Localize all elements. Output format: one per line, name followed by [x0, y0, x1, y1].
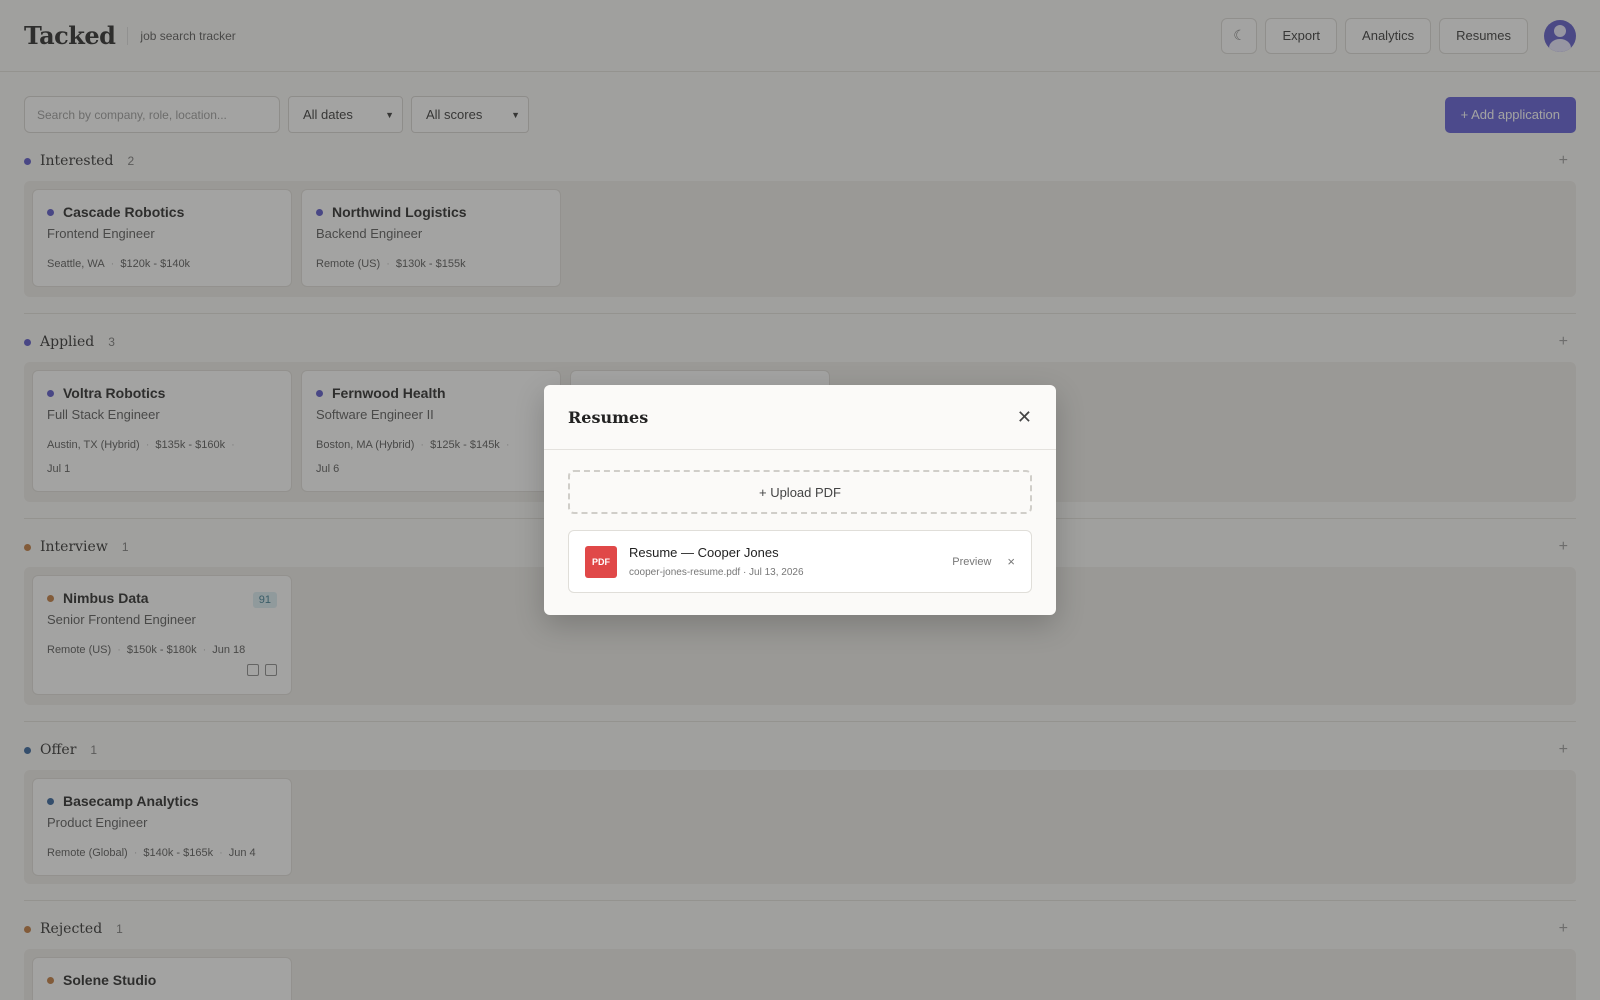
preview-button[interactable]: Preview	[952, 556, 991, 568]
resume-file-details: cooper-jones-resume.pdf · Jul 13, 2026	[629, 567, 804, 578]
resume-info: Resume — Cooper Jones cooper-jones-resum…	[629, 545, 804, 578]
upload-pdf-button[interactable]: + Upload PDF	[568, 470, 1032, 514]
remove-icon[interactable]: ×	[1007, 554, 1015, 569]
resume-actions: Preview ×	[952, 554, 1015, 569]
pdf-file-icon: PDF	[585, 545, 617, 578]
close-icon[interactable]: ✕	[1017, 407, 1032, 428]
resume-item: PDF Resume — Cooper Jones cooper-jones-r…	[568, 530, 1032, 593]
modal-body: + Upload PDF PDF Resume — Cooper Jones c…	[544, 450, 1056, 615]
resume-name: Resume — Cooper Jones	[629, 545, 779, 560]
modal-header: Resumes ✕	[544, 385, 1056, 450]
resumes-modal: Resumes ✕ + Upload PDF PDF Resume — Coop…	[544, 385, 1056, 615]
modal-title: Resumes	[568, 407, 649, 427]
